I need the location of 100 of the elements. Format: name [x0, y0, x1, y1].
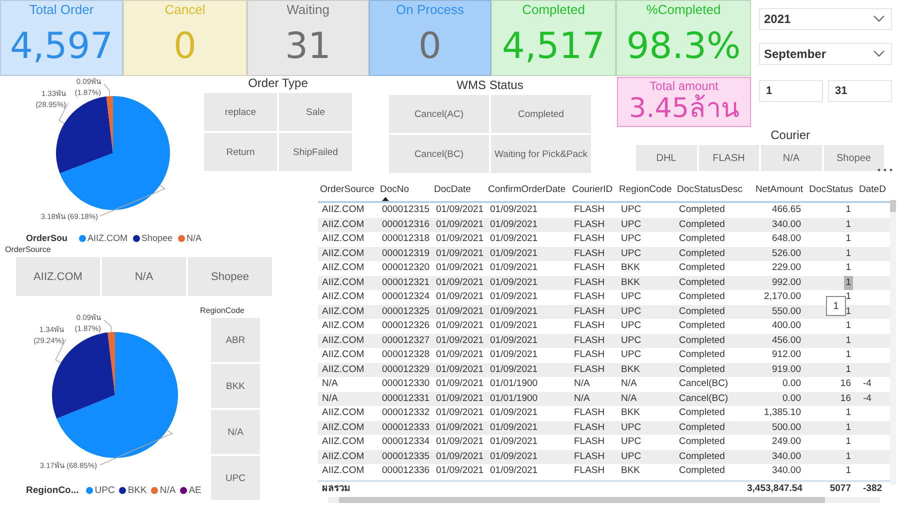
column-header[interactable]: RegionCode [619, 184, 677, 195]
table-cell-text: 01/09/2021 [435, 348, 485, 362]
filter-button[interactable]: BKK [211, 364, 260, 408]
legend-label: UPC [94, 485, 115, 496]
table-cell-text: 249.00 [770, 435, 802, 449]
table-cell-text: N/A [573, 392, 591, 406]
table-cell-text: UPC [620, 334, 642, 348]
total-label: ผลรวม [321, 482, 351, 496]
legend-label: AIIZ.COM [88, 233, 128, 243]
column-header[interactable]: DocStatusDesc [677, 184, 745, 195]
table-cell-text: 000012332 [381, 406, 431, 420]
table-cell-text: UPC [620, 218, 642, 232]
filter-button[interactable]: Completed [491, 95, 591, 133]
slicer-title: WMS Status [456, 78, 524, 92]
day-to-field[interactable]: 31 [828, 80, 892, 102]
table-cell-text: 000012330 [381, 377, 431, 391]
table-cell-text: 500.00 [770, 420, 802, 434]
table-cell-text: 01/09/2021 [489, 232, 539, 246]
filter-button[interactable]: Return [204, 133, 277, 171]
table-cell-text: 000012336 [381, 464, 431, 478]
filter-button[interactable]: FLASH [698, 145, 759, 171]
table-cell-text: 000012325 [381, 304, 431, 318]
column-header[interactable]: DocNo [380, 184, 434, 201]
table-cell-text: 400.00 [770, 319, 802, 333]
kpi-value: 0 [418, 26, 442, 68]
legend-title: RegionCo... [26, 485, 79, 496]
table-cell-text: AIIZ.COM [321, 290, 366, 304]
filter-button[interactable]: Sale [279, 93, 352, 131]
legend-label: N/A [186, 233, 202, 243]
chevron-icon [873, 50, 885, 58]
filter-button[interactable]: ShipFailed [279, 133, 352, 171]
table-cell-text: 1 [844, 304, 852, 318]
table-cell-text: 01/09/2021 [489, 464, 539, 478]
table-cell-text: 16 [839, 377, 852, 391]
table-cell-text: UPC [620, 232, 642, 246]
table-cell-text: FLASH [573, 276, 606, 290]
horizontal-scrollbar[interactable] [328, 497, 880, 503]
table-cell-text: 01/09/2021 [435, 246, 485, 260]
filter-button[interactable]: Waiting for Pick&Pack [491, 135, 591, 173]
table-cell-text: 01/09/2021 [435, 232, 485, 246]
filter-button[interactable]: DHL [636, 145, 696, 171]
table-cell-text: 01/09/2021 [435, 334, 485, 348]
table-cell-text: AIIZ.COM [321, 435, 366, 449]
filter-button[interactable]: UPC [211, 456, 260, 500]
table-cell-text: Completed [678, 290, 726, 304]
column-header[interactable]: CourierID [572, 184, 619, 195]
table-cell-text: FLASH [573, 290, 606, 304]
day-from-field[interactable]: 1 [759, 80, 823, 102]
filter-button[interactable]: Shopee [188, 257, 272, 296]
filter-button[interactable]: Cancel(AC) [389, 95, 489, 133]
kpi-title: On Process [396, 2, 464, 17]
table-cell-text: 1 [844, 334, 852, 348]
table-cell-text: 01/09/2021 [489, 261, 539, 275]
table-cell-text: Completed [678, 362, 726, 376]
filter-button[interactable]: N/A [102, 257, 186, 296]
leader-line [104, 320, 112, 332]
column-header[interactable]: NetAmount [745, 184, 807, 195]
table-cell-text: 992.00 [770, 276, 802, 290]
table-cell-text: FLASH [573, 362, 606, 376]
vertical-scrollbar[interactable] [890, 200, 896, 485]
table-cell-text: AIIZ.COM [321, 276, 366, 290]
filter-button[interactable]: Shopee [824, 145, 884, 171]
table-cell-text: UPC [620, 450, 642, 464]
slicer-title: RegionCode [200, 306, 246, 315]
table-cell-text: 000012328 [381, 348, 431, 362]
filter-button[interactable]: N/A [761, 145, 822, 171]
table-cell-text: 1 [844, 435, 852, 449]
filter-button[interactable]: Cancel(BC) [389, 135, 489, 173]
kpi-title: %Completed [646, 2, 721, 17]
table-cell-text: 000012327 [381, 334, 431, 348]
table-cell-text: 340.00 [770, 218, 802, 232]
table-cell-text: 000012334 [381, 435, 431, 449]
more-options-icon[interactable] [877, 168, 893, 172]
table-cell-text: 01/09/2021 [489, 304, 539, 318]
total-cell-text: -382 [862, 482, 884, 496]
month-dropdown[interactable]: September [759, 43, 892, 65]
table-cell-text: 01/09/2021 [435, 218, 485, 232]
filter-button[interactable]: N/A [211, 410, 260, 454]
legend-label: BKK [128, 485, 147, 496]
table-cell-text: 01/09/2021 [489, 450, 539, 464]
table-cell-text: FLASH [573, 304, 606, 318]
table-cell-text: 01/09/2021 [489, 435, 539, 449]
table-cell-text: 01/09/2021 [435, 290, 485, 304]
filter-button[interactable]: AIIZ.COM [16, 257, 100, 296]
table-cell-text: Completed [678, 464, 726, 478]
legend-label: N/A [160, 485, 176, 496]
column-header[interactable]: OrderSource [320, 184, 380, 195]
column-header[interactable]: ConfirmOrderDate [488, 184, 572, 195]
filter-button[interactable]: replace [204, 93, 277, 131]
table-cell-text: 01/09/2021 [489, 246, 539, 260]
table-cell-text: 01/09/2021 [489, 319, 539, 333]
table-cell-text: UPC [620, 348, 642, 362]
table-cell-text: 01/09/2021 [435, 392, 485, 406]
year-dropdown[interactable]: 2021 [759, 8, 892, 30]
table-cell-text: Completed [678, 319, 726, 333]
column-header[interactable]: DocDate [434, 184, 488, 195]
table-cell-text: BKK [620, 406, 642, 420]
table-cell-text: Completed [678, 261, 726, 275]
filter-button[interactable]: ABR [211, 318, 260, 362]
table-cell-text: 1 [844, 420, 852, 434]
